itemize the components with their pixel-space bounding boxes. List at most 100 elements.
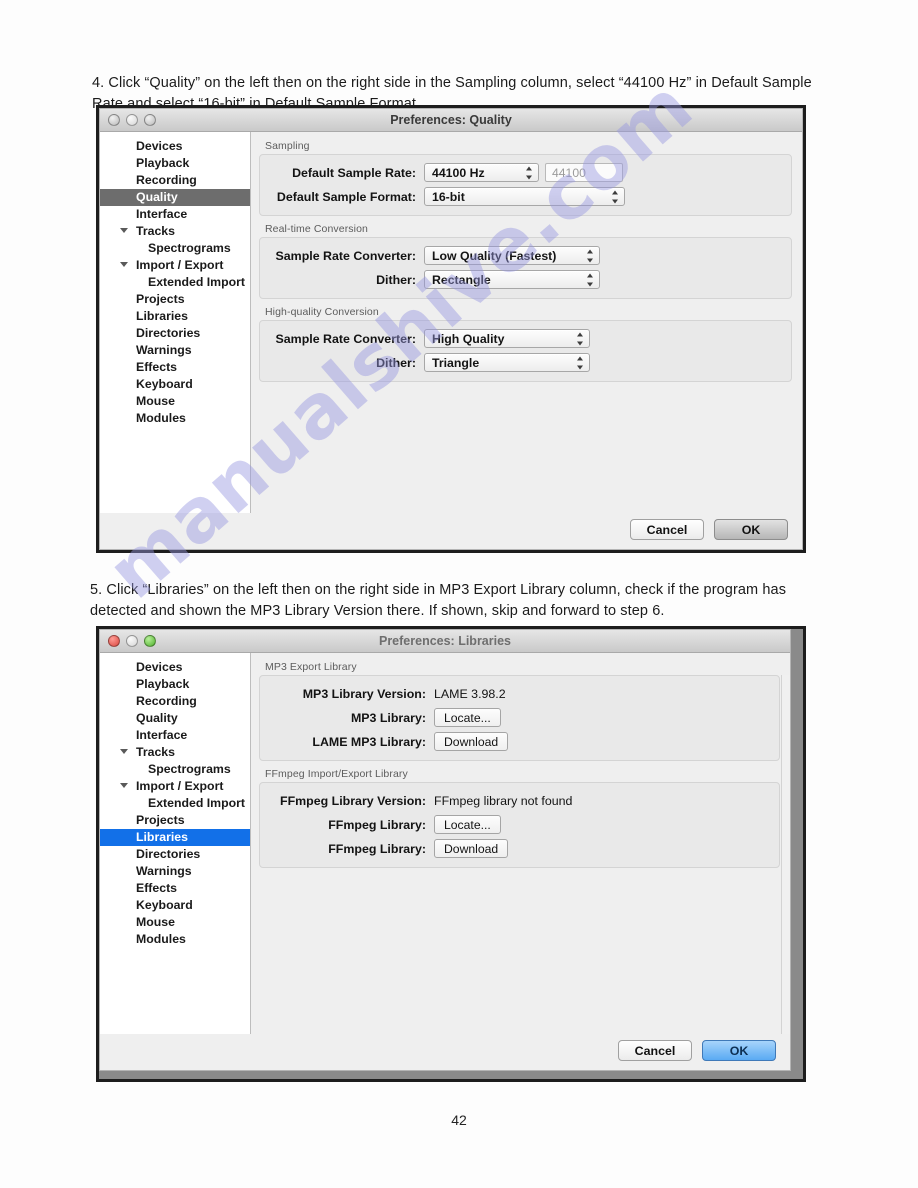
default-sample-format-row: Default Sample Format: 16-bit — [268, 186, 783, 207]
sidebar-item-playback[interactable]: Playback — [100, 676, 250, 693]
sidebar-item-label: Directories — [136, 847, 201, 861]
realtime-converter-row: Sample Rate Converter: Low Quality (Fast… — [268, 245, 783, 266]
sidebar-item-label: Import / Export — [136, 258, 224, 272]
sidebar-item-label: Effects — [136, 360, 178, 374]
sidebar-item-mouse[interactable]: Mouse — [100, 914, 250, 931]
sidebar-item-devices[interactable]: Devices — [100, 659, 250, 676]
sidebar-item-libraries[interactable]: Libraries — [100, 829, 250, 846]
sidebar-item-label: Recording — [136, 173, 197, 187]
quality-traffic-lights[interactable] — [108, 114, 156, 126]
sidebar-item-tracks[interactable]: Tracks — [100, 744, 250, 761]
sidebar-item-warnings[interactable]: Warnings — [100, 863, 250, 880]
ffmpeg-library-version-value: FFmpeg library not found — [434, 793, 573, 808]
libraries-sidebar[interactable]: Devices Playback Recording Quality Interface… — [100, 653, 251, 1034]
sidebar-item-modules[interactable]: Modules — [100, 931, 250, 948]
stepper-arrows-icon — [525, 166, 532, 179]
sidebar-item-label: Interface — [136, 207, 188, 221]
zoom-button-icon[interactable] — [144, 114, 156, 126]
sidebar-item-mouse[interactable]: Mouse — [100, 393, 250, 410]
sidebar-item-warnings[interactable]: Warnings — [100, 342, 250, 359]
default-sample-format-select[interactable]: 16-bit — [424, 187, 625, 206]
close-button-icon[interactable] — [108, 635, 120, 647]
ok-button[interactable]: OK — [714, 519, 788, 540]
document-page: 4. Click “Quality” on the left then on t… — [0, 0, 918, 1188]
stepper-arrows-icon — [586, 273, 593, 286]
realtime-dither-select[interactable]: Rectangle — [424, 270, 600, 289]
default-sample-rate-select[interactable]: 44100 Hz — [424, 163, 539, 182]
realtime-conversion-group: Sample Rate Converter: Low Quality (Fast… — [259, 237, 792, 299]
sidebar-item-interface[interactable]: Interface — [100, 206, 250, 223]
realtime-converter-select[interactable]: Low Quality (Fastest) — [424, 246, 600, 265]
cancel-button[interactable]: Cancel — [630, 519, 704, 540]
default-sample-rate-value: 44100 Hz — [432, 165, 485, 180]
sidebar-item-projects[interactable]: Projects — [100, 291, 250, 308]
sidebar-item-extended-import[interactable]: Extended Import — [100, 274, 250, 291]
sidebar-item-projects[interactable]: Projects — [100, 812, 250, 829]
mp3-locate-row: MP3 Library: Locate... — [268, 707, 771, 728]
sidebar-item-modules[interactable]: Modules — [100, 410, 250, 427]
sidebar-item-playback[interactable]: Playback — [100, 155, 250, 172]
zoom-button-icon[interactable] — [144, 635, 156, 647]
sidebar-item-label: Playback — [136, 677, 190, 691]
sidebar-item-tracks[interactable]: Tracks — [100, 223, 250, 240]
cancel-button[interactable]: Cancel — [618, 1040, 692, 1061]
default-sample-rate-row: Default Sample Rate: 44100 Hz 44100 — [268, 162, 783, 183]
sidebar-item-label: Interface — [136, 728, 188, 742]
ffmpeg-download-button[interactable]: Download — [434, 839, 509, 858]
sidebar-item-keyboard[interactable]: Keyboard — [100, 897, 250, 914]
sidebar-item-effects[interactable]: Effects — [100, 359, 250, 376]
minimize-button-icon[interactable] — [126, 114, 138, 126]
sidebar-item-label: Effects — [136, 881, 178, 895]
sidebar-item-label: Projects — [136, 813, 185, 827]
vertical-scrollbar[interactable] — [781, 675, 790, 1034]
sampling-group-label: Sampling — [265, 140, 310, 152]
ok-button[interactable]: OK — [702, 1040, 776, 1061]
minimize-button-icon[interactable] — [126, 635, 138, 647]
sidebar-item-label: Tracks — [136, 224, 175, 238]
sidebar-item-devices[interactable]: Devices — [100, 138, 250, 155]
stepper-arrows-icon — [586, 249, 593, 262]
sidebar-item-label: Spectrograms — [148, 762, 231, 776]
default-sample-rate-input[interactable]: 44100 — [545, 163, 623, 182]
hq-converter-label: Sample Rate Converter: — [275, 331, 416, 346]
sidebar-item-quality[interactable]: Quality — [100, 710, 250, 727]
sidebar-item-spectrograms[interactable]: Spectrograms — [100, 240, 250, 257]
disclosure-triangle-icon[interactable] — [120, 262, 128, 267]
sidebar-item-recording[interactable]: Recording — [100, 172, 250, 189]
realtime-converter-value: Low Quality (Fastest) — [432, 248, 557, 263]
sidebar-item-import-export[interactable]: Import / Export — [100, 257, 250, 274]
sidebar-item-directories[interactable]: Directories — [100, 325, 250, 342]
sidebar-item-interface[interactable]: Interface — [100, 727, 250, 744]
sidebar-item-extended-import[interactable]: Extended Import — [100, 795, 250, 812]
sidebar-item-label: Modules — [136, 932, 186, 946]
sidebar-item-keyboard[interactable]: Keyboard — [100, 376, 250, 393]
hq-converter-select[interactable]: High Quality — [424, 329, 590, 348]
quality-sidebar[interactable]: Devices Playback Recording Quality Interface… — [100, 132, 251, 513]
close-button-icon[interactable] — [108, 114, 120, 126]
sidebar-item-quality[interactable]: Quality — [100, 189, 250, 206]
mp3-export-library-group: MP3 Library Version: LAME 3.98.2 MP3 Lib… — [259, 675, 780, 761]
disclosure-triangle-icon[interactable] — [120, 783, 128, 788]
sidebar-item-label: Devices — [136, 139, 183, 153]
libraries-window: Preferences: Libraries Devices Playback Re… — [99, 629, 791, 1071]
sidebar-item-label: Spectrograms — [148, 241, 231, 255]
ffmpeg-locate-row: FFmpeg Library: Locate... — [268, 814, 771, 835]
sidebar-item-spectrograms[interactable]: Spectrograms — [100, 761, 250, 778]
sidebar-item-libraries[interactable]: Libraries — [100, 308, 250, 325]
ffmpeg-locate-button[interactable]: Locate... — [434, 815, 501, 834]
realtime-dither-value: Rectangle — [432, 272, 491, 287]
disclosure-triangle-icon[interactable] — [120, 228, 128, 233]
mp3-locate-button[interactable]: Locate... — [434, 708, 501, 727]
sidebar-item-directories[interactable]: Directories — [100, 846, 250, 863]
lame-download-button[interactable]: Download — [434, 732, 509, 751]
mp3-group-label: MP3 Export Library — [265, 661, 357, 673]
sidebar-item-import-export[interactable]: Import / Export — [100, 778, 250, 795]
default-sample-format-value: 16-bit — [432, 189, 465, 204]
sidebar-item-recording[interactable]: Recording — [100, 693, 250, 710]
hq-dither-row: Dither: Triangle — [268, 352, 783, 373]
highquality-group-label: High-quality Conversion — [265, 306, 379, 318]
disclosure-triangle-icon[interactable] — [120, 749, 128, 754]
libraries-traffic-lights[interactable] — [108, 635, 156, 647]
hq-dither-select[interactable]: Triangle — [424, 353, 590, 372]
sidebar-item-effects[interactable]: Effects — [100, 880, 250, 897]
